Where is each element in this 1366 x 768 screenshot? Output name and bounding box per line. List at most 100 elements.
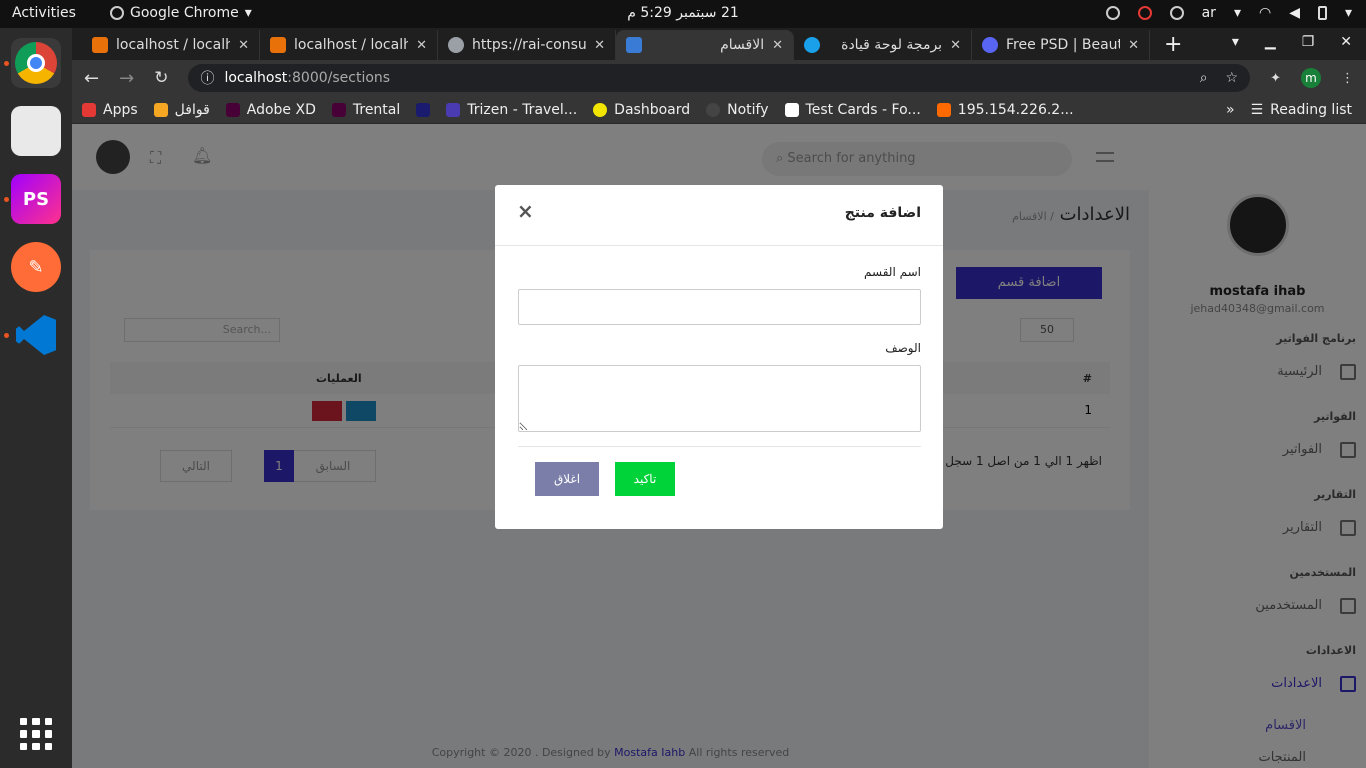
- maximize-icon[interactable]: ❐: [1302, 34, 1315, 50]
- bookmark-label: قوافل: [174, 101, 210, 118]
- bookmark-item[interactable]: Dashboard: [593, 102, 690, 118]
- system-tray[interactable]: ar ▾ ◠ ◀ ▾: [1105, 5, 1352, 21]
- bookmark-item[interactable]: Notify: [706, 101, 769, 118]
- wifi-icon: ◠: [1258, 5, 1272, 21]
- caret-down-icon: ▾: [1233, 5, 1241, 21]
- confirm-button[interactable]: تاكيد: [615, 462, 675, 496]
- more-bookmarks-icon[interactable]: »: [1226, 102, 1235, 118]
- tab-favicon-icon: [626, 37, 642, 53]
- tab-title: https://rai-consu: [472, 37, 587, 53]
- bookmark-item[interactable]: [416, 102, 431, 117]
- github-icon: [706, 102, 721, 117]
- profile-avatar[interactable]: m: [1301, 68, 1321, 88]
- bookmark-apps[interactable]: Apps: [82, 102, 138, 118]
- tab-title: الاقسام: [720, 37, 765, 53]
- modal-divider: [495, 245, 943, 246]
- bookmark-favicon-icon: [446, 102, 461, 117]
- zoom-icon[interactable]: ⌕: [1200, 70, 1208, 86]
- close-tab-icon[interactable]: ✕: [416, 38, 427, 53]
- close-tab-icon[interactable]: ✕: [594, 38, 605, 53]
- menu-kebab-icon[interactable]: ⋮: [1341, 71, 1354, 86]
- browser-tab[interactable]: Free PSD | Beaut ✕: [972, 30, 1150, 60]
- bookmark-label: Test Cards - Fo...: [805, 101, 921, 118]
- notification-icon[interactable]: [1137, 6, 1152, 20]
- battery-icon: [1317, 6, 1327, 20]
- bookmark-label: Notify: [727, 101, 769, 118]
- bookmark-item[interactable]: Trental: [331, 101, 401, 118]
- section-name-label: اسم القسم: [864, 265, 921, 279]
- bookmark-favicon-icon: [593, 102, 608, 117]
- files-launcher-icon[interactable]: [11, 106, 61, 156]
- show-apps-icon[interactable]: [20, 718, 52, 750]
- running-indicator: [4, 197, 9, 202]
- bookmark-label: Trizen - Travel...: [467, 101, 578, 118]
- description-textarea[interactable]: [518, 365, 921, 432]
- close-icon[interactable]: ×: [517, 199, 534, 223]
- forward-icon[interactable]: →: [119, 68, 134, 89]
- browser-tab[interactable]: localhost / localh ✕: [82, 30, 260, 60]
- tab-favicon-icon: [92, 37, 108, 53]
- whatsapp-icon[interactable]: [1105, 6, 1120, 20]
- reload-icon[interactable]: ↻: [154, 68, 168, 88]
- tab-title: Free PSD | Beaut: [1006, 37, 1121, 53]
- apps-grid-icon: [82, 102, 96, 117]
- browser-tab[interactable]: برمجة لوحة قيادة ✕: [794, 30, 972, 60]
- section-name-input[interactable]: [518, 289, 921, 325]
- tab-favicon-icon: [270, 37, 286, 53]
- close-tab-icon[interactable]: ✕: [1128, 38, 1139, 53]
- chrome-launcher-icon[interactable]: [11, 38, 61, 88]
- adobe-xd-icon: [331, 102, 346, 117]
- back-icon[interactable]: ←: [84, 68, 99, 89]
- bookmark-item[interactable]: قوافل: [153, 101, 210, 118]
- bookmark-label: Trental: [352, 101, 401, 118]
- browser-tab[interactable]: localhost / localh ✕: [260, 30, 438, 60]
- close-tab-icon[interactable]: ✕: [238, 38, 249, 53]
- running-indicator: [4, 333, 9, 338]
- tab-search-icon[interactable]: ▾: [1232, 34, 1239, 50]
- bookmark-label: 195.154.226.2...: [957, 101, 1074, 118]
- new-tab-icon[interactable]: +: [1164, 32, 1182, 57]
- reading-list-icon: ☰: [1250, 101, 1264, 118]
- minimize-icon[interactable]: ▁: [1265, 34, 1276, 50]
- adobe-xd-icon: [225, 102, 240, 117]
- close-tab-icon[interactable]: ✕: [772, 38, 783, 53]
- close-tab-icon[interactable]: ✕: [950, 38, 961, 53]
- bookmark-item[interactable]: 195.154.226.2...: [936, 101, 1074, 118]
- tab-favicon-icon: [982, 37, 998, 53]
- system-top-bar: Activities Google Chrome ▾ 21 سبتمبر 5:2…: [0, 0, 1366, 28]
- phpstorm-launcher-icon[interactable]: PS: [11, 174, 61, 224]
- dock: PS ✎: [0, 28, 72, 768]
- reading-list-button[interactable]: ☰ Reading list: [1251, 102, 1352, 118]
- bookmark-label: Adobe XD: [246, 101, 316, 118]
- add-product-modal: اضافة منتج × اسم القسم الوصف تاكيد اغلاق: [495, 185, 943, 529]
- description-label: الوصف: [885, 341, 921, 355]
- bookmark-item[interactable]: Trizen - Travel...: [446, 102, 577, 118]
- vscode-launcher-icon[interactable]: [11, 310, 61, 360]
- modal-title: اضافة منتج: [844, 205, 921, 221]
- bookmark-favicon-icon: [416, 102, 431, 117]
- bookmark-favicon-icon: [784, 102, 799, 117]
- modal-footer-divider: [518, 446, 921, 447]
- close-button[interactable]: اغلاق: [535, 462, 599, 496]
- bookmarks-bar: Apps قوافل Adobe XD Trental Trizen - Tra…: [72, 96, 1366, 124]
- browser-tab[interactable]: https://rai-consu ✕: [438, 30, 616, 60]
- caret-down-icon: ▾: [1344, 5, 1352, 21]
- language-indicator[interactable]: ar: [1202, 5, 1216, 21]
- address-bar[interactable]: ⓘ localhost:8000/sections ⌕ ☆: [188, 64, 1251, 92]
- close-window-icon[interactable]: ✕: [1340, 34, 1352, 50]
- bookmark-item[interactable]: Test Cards - Fo...: [784, 101, 921, 118]
- postman-launcher-icon[interactable]: ✎: [11, 242, 61, 292]
- browser-window: localhost / localh ✕ localhost / localh …: [72, 28, 1366, 768]
- url-host: localhost: [224, 70, 288, 86]
- browser-tab-active[interactable]: الاقسام ✕: [616, 30, 794, 60]
- extensions-icon[interactable]: ✦: [1270, 71, 1281, 86]
- bookmark-label: Apps: [103, 101, 138, 118]
- bookmark-item[interactable]: Adobe XD: [225, 101, 316, 118]
- web-page: ⛶ 🔔︎ ⌕ Search for anything الاعدادات / ا…: [72, 124, 1366, 768]
- browser-toolbar: ← → ↻ ⓘ localhost:8000/sections ⌕ ☆ ✦ m …: [72, 60, 1366, 96]
- info-icon[interactable]: ⓘ: [200, 68, 214, 88]
- bookmark-label: Dashboard: [614, 101, 691, 118]
- sync-icon[interactable]: [1169, 6, 1184, 20]
- bookmark-star-icon[interactable]: ☆: [1226, 70, 1239, 86]
- url-path: :8000/sections: [287, 70, 391, 86]
